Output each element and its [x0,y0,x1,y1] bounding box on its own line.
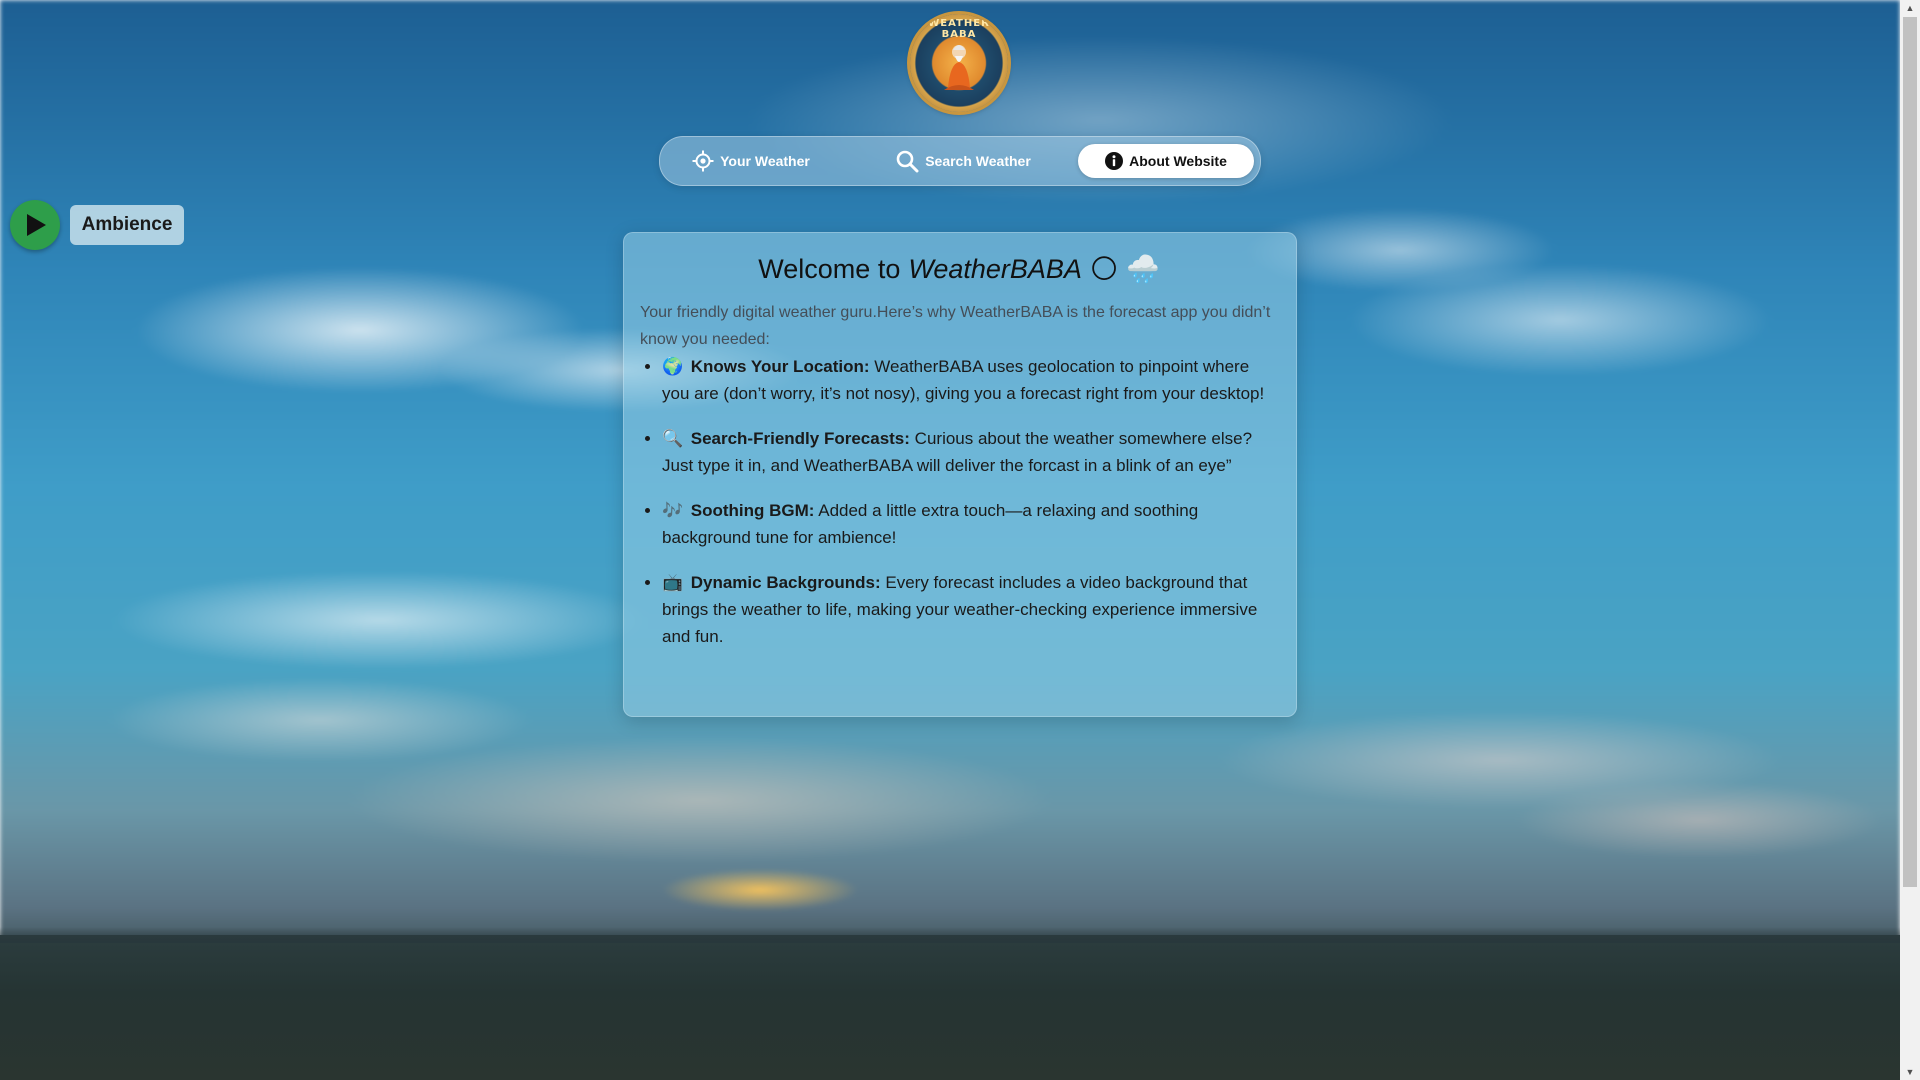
feature-item-search: 🔍 Search-Friendly Forecasts: Curious abo… [662,425,1278,479]
music-notes-icon: 🎶 [662,501,684,520]
scroll-up-arrow[interactable]: ▲ [1900,0,1920,16]
logo-text: WEATHER BABA [928,18,990,40]
card-title-brand: WeatherBABA [908,254,1082,284]
feature-title: Soothing BGM: [690,501,815,520]
guru-figure-icon [944,45,974,90]
feature-title: Dynamic Backgrounds: [690,573,881,592]
ambience-play-button[interactable] [10,200,60,250]
tab-search-weather-label: Search Weather [925,153,1031,169]
tab-about-website[interactable]: About Website [1078,144,1254,178]
magnifier-icon: 🔍 [662,429,684,448]
tab-about-website-label: About Website [1129,153,1227,169]
feature-item-location: 🌍 Knows Your Location: WeatherBABA uses … [662,353,1278,407]
main-nav: Your Weather Search Weather About Websit… [659,136,1261,186]
rain-cloud-emoji-icon: 🌧️ [1126,254,1160,284]
globe-icon: 🌍 [662,357,684,376]
card-intro: Your friendly digital weather guru.Here’… [640,304,1271,348]
scroll-thumb[interactable] [1903,17,1917,887]
feature-title: Knows Your Location: [690,357,870,376]
tab-your-weather-label: Your Weather [720,153,810,169]
ambience-label[interactable]: Ambience [70,205,184,245]
feature-title: Search-Friendly Forecasts: [690,429,910,448]
tab-search-weather[interactable]: Search Weather [888,144,1038,178]
feature-item-backgrounds: 📺 Dynamic Backgrounds: Every forecast in… [662,569,1278,650]
moon-emoji-icon: 🌕 [1089,254,1119,284]
card-title-prefix: Welcome to [758,254,901,284]
landscape-background [0,927,1900,1080]
search-icon [896,150,919,173]
about-card: Welcome to WeatherBABA 🌕 🌧️ Your friendl… [623,232,1297,717]
scroll-down-arrow[interactable]: ▼ [1900,1064,1920,1080]
info-icon [1105,152,1124,170]
vertical-scrollbar[interactable]: ▲ ▼ [1900,0,1920,1080]
card-title: Welcome to WeatherBABA 🌕 🌧️ [640,249,1278,289]
weatherbaba-logo[interactable]: WEATHER BABA [910,14,1008,112]
tab-your-weather[interactable]: Your Weather [686,144,816,178]
feature-list: 🌍 Knows Your Location: WeatherBABA uses … [640,353,1278,650]
television-icon: 📺 [662,573,684,592]
play-icon [27,214,46,236]
feature-item-bgm: 🎶 Soothing BGM: Added a little extra tou… [662,497,1278,551]
crosshair-icon [692,150,714,172]
page: WEATHER BABA Your Weather Search Weather… [0,0,1920,1080]
